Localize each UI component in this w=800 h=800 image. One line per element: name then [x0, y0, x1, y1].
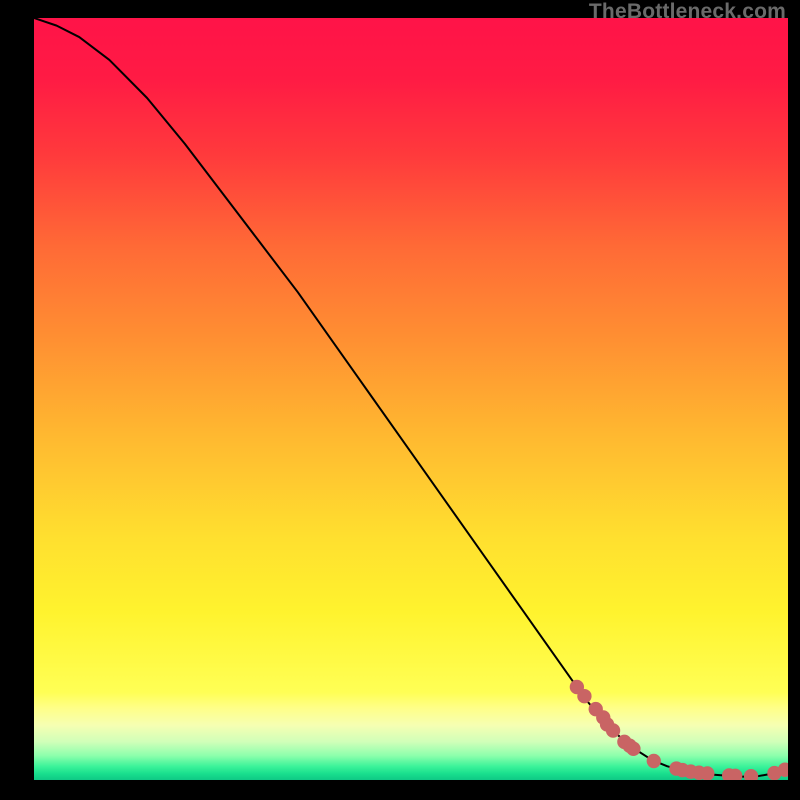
data-dot [744, 769, 758, 780]
data-dot [647, 754, 661, 768]
data-dot [626, 742, 640, 756]
plot-area [34, 18, 788, 780]
curve-layer [34, 18, 788, 780]
data-dot [577, 689, 591, 703]
chart-stage: TheBottleneck.com [0, 0, 800, 800]
data-dots [570, 680, 788, 780]
data-dot [606, 723, 620, 737]
watermark-text: TheBottleneck.com [589, 0, 786, 24]
bottleneck-curve [34, 18, 788, 777]
